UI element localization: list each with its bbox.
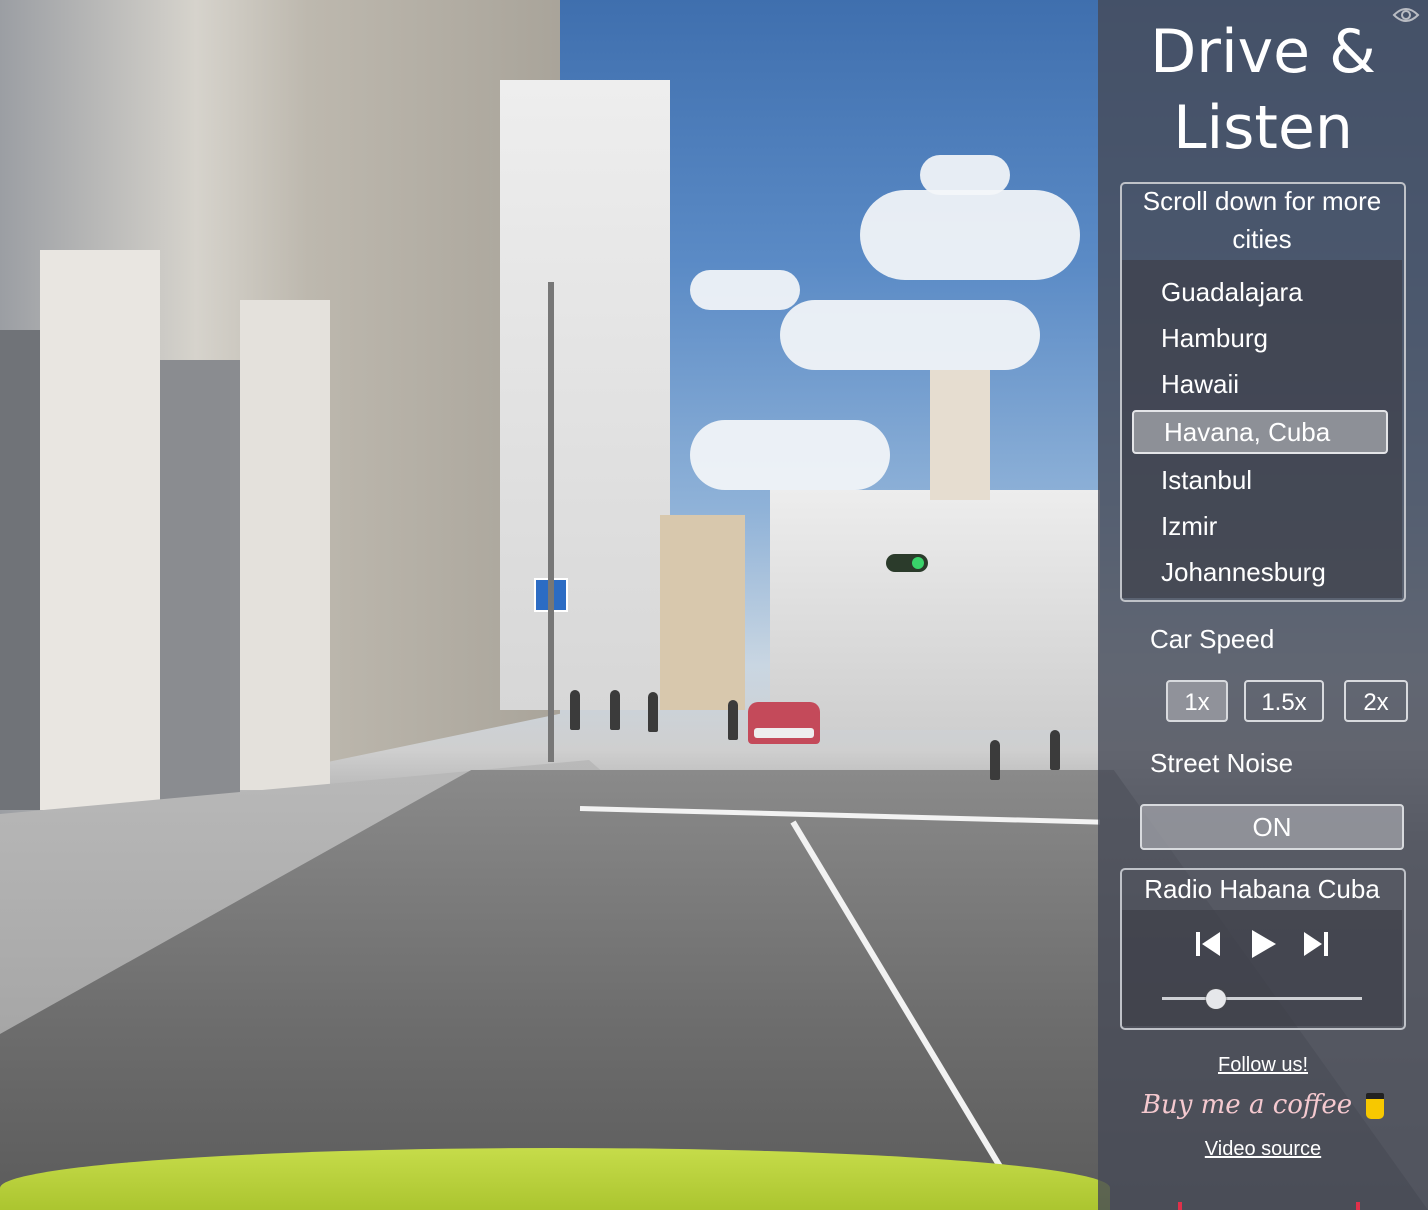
decorative-mark	[1178, 1202, 1182, 1210]
cloud	[860, 190, 1080, 280]
city-item-johannesburg[interactable]: Johannesburg	[1161, 552, 1326, 592]
radio-station-name: Radio Habana Cuba	[1144, 874, 1380, 904]
city-item-hawaii[interactable]: Hawaii	[1161, 364, 1239, 404]
skip-next-icon[interactable]	[1302, 930, 1330, 958]
pedestrian	[570, 690, 580, 730]
follow-us-link[interactable]: Follow us!	[1098, 1054, 1428, 1077]
pedestrian	[1050, 730, 1060, 770]
city-item-izmir[interactable]: Izmir	[1161, 506, 1217, 546]
car-speed-label: Car Speed	[1150, 624, 1275, 654]
app-title: Drive & Listen	[1098, 14, 1428, 166]
arch-shadow	[160, 360, 240, 800]
volume-slider-knob[interactable]	[1206, 989, 1226, 1009]
app-title-line1: Drive &	[1150, 17, 1376, 87]
pedestrian	[610, 690, 620, 730]
pedestrian	[648, 692, 658, 732]
app-title-line2: Listen	[1173, 93, 1353, 163]
cloud	[920, 155, 1010, 195]
traffic-light	[886, 554, 928, 572]
play-icon[interactable]	[1250, 928, 1278, 960]
white-building	[500, 80, 670, 710]
column	[240, 300, 330, 790]
city-item-istanbul[interactable]: Istanbul	[1161, 460, 1252, 500]
speed-1-5x-button[interactable]: 1.5x	[1244, 680, 1324, 722]
pedestrian	[990, 740, 1000, 780]
red-car	[748, 702, 820, 744]
scroll-hint: Scroll down for more cities	[1142, 186, 1382, 254]
cloud	[690, 270, 800, 310]
speed-1x-button[interactable]: 1x	[1166, 680, 1228, 722]
city-item-guadalajara[interactable]: Guadalajara	[1161, 272, 1303, 312]
skip-previous-icon[interactable]	[1194, 930, 1222, 958]
street-noise-label: Street Noise	[1150, 748, 1294, 778]
city-item-hamburg[interactable]: Hamburg	[1161, 318, 1268, 358]
corner-building	[770, 490, 1100, 730]
video-source-link[interactable]: Video source	[1098, 1138, 1428, 1161]
beige-building	[660, 515, 745, 710]
city-item-havana-selected[interactable]: Havana, Cuba	[1132, 410, 1388, 454]
decorative-mark	[1356, 1202, 1360, 1210]
volume-slider[interactable]	[1162, 997, 1362, 1000]
pedestrian	[728, 700, 738, 740]
speed-2x-button[interactable]: 2x	[1344, 680, 1408, 722]
buy-me-a-coffee-link[interactable]: Buy me a coffee	[1098, 1090, 1428, 1120]
cloud	[780, 300, 1040, 370]
coffee-cup-icon	[1366, 1093, 1385, 1119]
arch-shadow	[0, 330, 40, 810]
street-lamp-pole	[548, 282, 554, 762]
street-noise-toggle[interactable]: ON	[1140, 804, 1404, 850]
buy-me-a-coffee-label: Buy me a coffee	[1141, 1090, 1353, 1120]
church-tower	[930, 370, 990, 500]
column	[40, 250, 160, 810]
cloud	[690, 420, 890, 490]
